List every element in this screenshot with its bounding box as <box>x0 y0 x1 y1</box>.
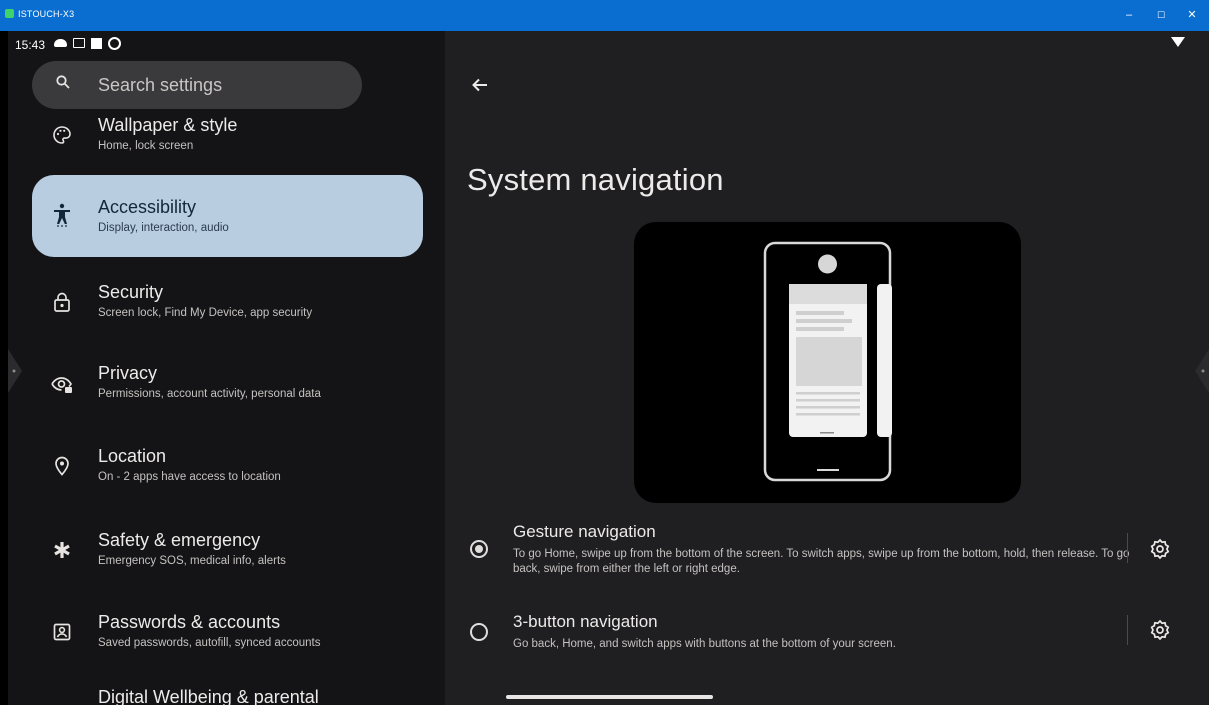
option-divider <box>1127 533 1128 563</box>
edge-handle-left[interactable] <box>8 349 24 393</box>
sidebar-item-subtitle: Screen lock, Find My Device, app securit… <box>98 307 313 319</box>
sidebar-item-title: Privacy <box>98 363 158 383</box>
system-navigation-page: System navigation Gesture navigation To … <box>445 31 1209 705</box>
sidebar-item-title: Location <box>98 446 167 466</box>
privacy-eye-icon <box>50 373 74 397</box>
option-description: To go Home, swipe up from the bottom of … <box>513 548 1130 575</box>
gesture-navigation-radio[interactable] <box>470 540 488 558</box>
palette-icon <box>50 123 74 147</box>
minimize-button[interactable]: – <box>1118 6 1140 24</box>
edge-handle-right[interactable] <box>1193 349 1209 393</box>
cloud-icon <box>54 39 67 47</box>
sidebar-item-location[interactable]: Location On - 2 apps have access to loca… <box>32 440 423 500</box>
status-icons <box>54 36 121 50</box>
sidebar-item-subtitle: Emergency SOS, medical info, alerts <box>98 555 286 567</box>
option-title: Gesture navigation <box>513 522 656 541</box>
asterisk-icon <box>50 538 74 562</box>
window-title: ISTOUCH-X3 <box>18 9 75 19</box>
status-time: 15:43 <box>15 38 46 52</box>
sidebar-item-title: Digital Wellbeing & parental <box>98 687 319 705</box>
back-arrow-icon[interactable] <box>467 73 495 97</box>
window-title-bar: ISTOUCH-X3 – ☐ ✕ <box>0 0 1209 31</box>
search-icon <box>56 75 70 89</box>
gesture-home-bar[interactable] <box>506 695 713 699</box>
sidebar-item-title: Passwords & accounts <box>98 612 281 632</box>
square-icon <box>91 37 102 49</box>
maximize-button[interactable]: ☐ <box>1150 6 1172 24</box>
option-3-button-navigation[interactable]: 3-button navigation Go back, Home, and s… <box>445 609 1209 659</box>
settings-gear-icon[interactable] <box>1149 538 1171 560</box>
sidebar-item-title: Wallpaper & style <box>98 115 238 135</box>
sidebar-item-accessibility[interactable]: Accessibility Display, interaction, audi… <box>32 175 423 257</box>
phone-illustration <box>763 241 892 482</box>
sidebar-item-safety-emergency[interactable]: Safety & emergency Emergency SOS, medica… <box>32 523 423 583</box>
settings-gear-icon[interactable] <box>1149 619 1171 641</box>
option-divider <box>1127 615 1128 645</box>
sidebar-item-subtitle: On - 2 apps have access to location <box>98 471 281 483</box>
sidebar-item-title: Accessibility <box>98 197 197 217</box>
settings-sidebar: 15:43 Search settings Wallpaper & style … <box>8 31 445 705</box>
sidebar-item-title: Safety & emergency <box>98 530 261 550</box>
android-screen: 15:43 Search settings Wallpaper & style … <box>8 31 1209 705</box>
sidebar-item-privacy[interactable]: Privacy Permissions, account activity, p… <box>32 357 423 417</box>
sidebar-item-subtitle: Home, lock screen <box>98 140 194 152</box>
3-button-navigation-radio[interactable] <box>470 623 488 641</box>
search-placeholder: Search settings <box>98 75 223 95</box>
sidebar-item-subtitle: Saved passwords, autofill, synced accoun… <box>98 637 321 649</box>
option-title: 3-button navigation <box>513 612 658 631</box>
sidebar-item-subtitle: Display, interaction, audio <box>98 222 229 234</box>
account-box-icon <box>50 620 74 644</box>
close-button[interactable]: ✕ <box>1181 6 1203 24</box>
option-gesture-navigation[interactable]: Gesture navigation To go Home, swipe up … <box>445 519 1209 587</box>
page-title: System navigation <box>467 162 724 197</box>
sidebar-item-security[interactable]: Security Screen lock, Find My Device, ap… <box>32 274 423 334</box>
app-logo-icon <box>5 9 14 18</box>
search-settings-field[interactable]: Search settings <box>32 61 362 109</box>
sidebar-item-digital-wellbeing[interactable]: Digital Wellbeing & parental <box>32 683 423 705</box>
screen-record-icon <box>73 38 85 48</box>
sidebar-item-wallpaper[interactable]: Wallpaper & style Home, lock screen <box>32 109 423 169</box>
wifi-icon <box>1171 37 1185 47</box>
sidebar-item-subtitle: Permissions, account activity, personal … <box>98 388 321 400</box>
sidebar-item-title: Security <box>98 282 164 302</box>
location-pin-icon <box>50 454 74 478</box>
option-description: Go back, Home, and switch apps with butt… <box>513 638 896 650</box>
accessibility-icon <box>50 203 74 227</box>
lock-icon <box>50 290 74 314</box>
gesture-illustration <box>634 222 1021 503</box>
gear-icon <box>108 36 121 50</box>
sidebar-item-passwords-accounts[interactable]: Passwords & accounts Saved passwords, au… <box>32 606 423 666</box>
